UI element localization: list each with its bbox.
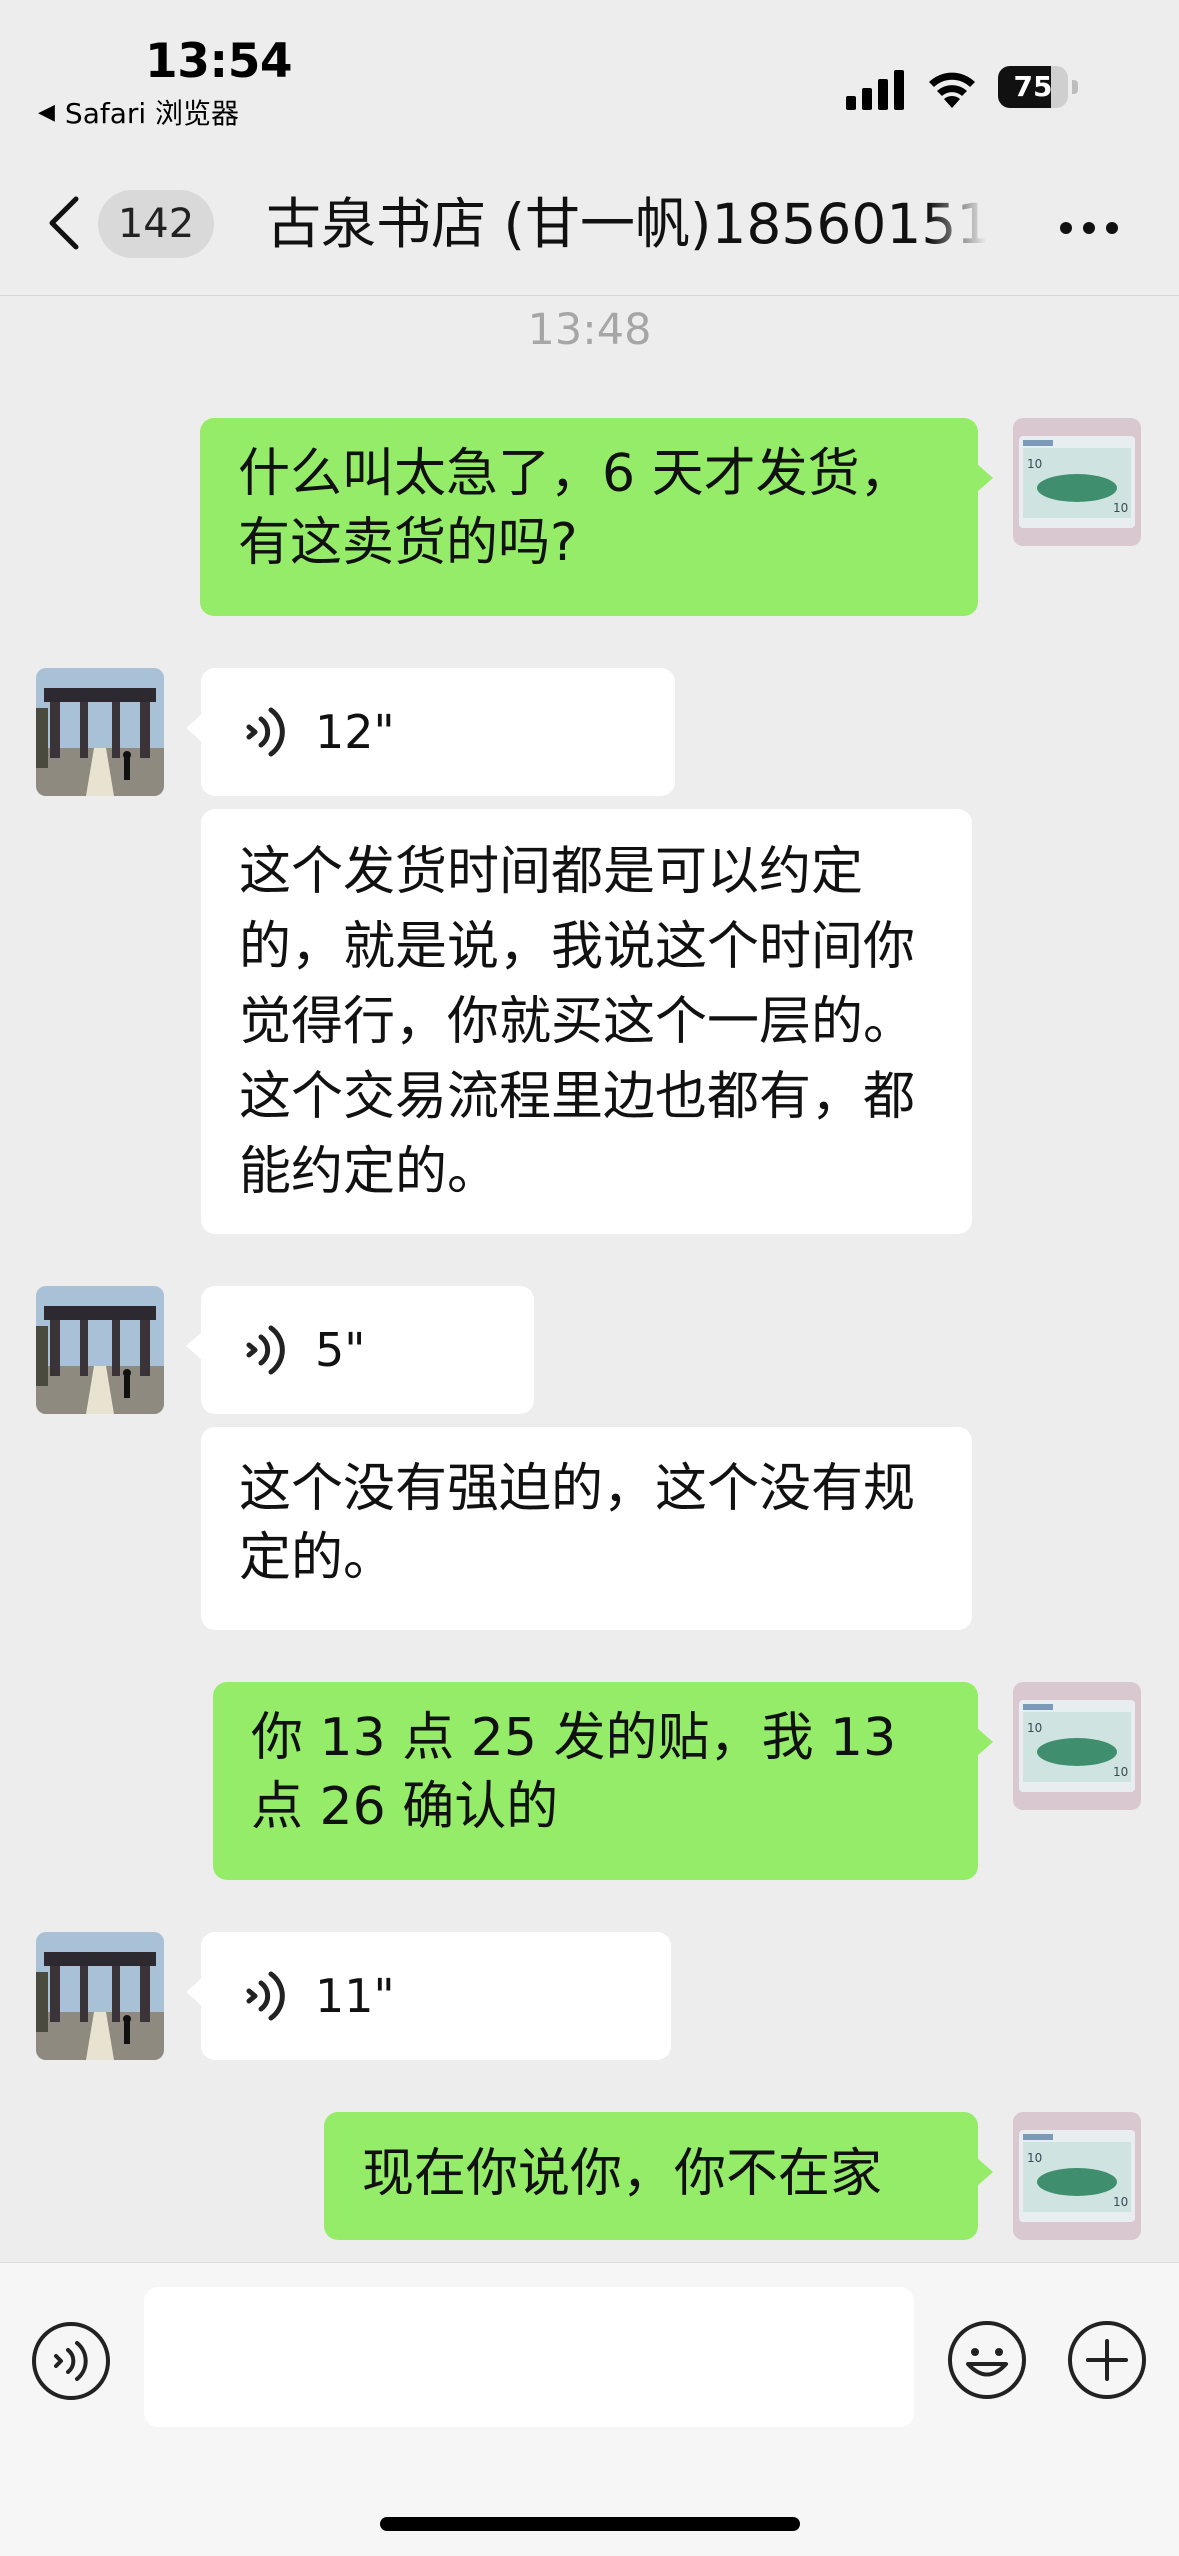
message-timestamp: 13:48 <box>527 305 652 355</box>
wifi-icon <box>929 72 975 108</box>
message-input[interactable] <box>144 2287 914 2427</box>
chat-nav-bar: 142 古泉书店 (甘一帆)18560151 <box>0 150 1179 296</box>
svg-text:10: 10 <box>1113 2195 1128 2209</box>
banknote-avatar-image: 10 10 <box>1013 418 1141 546</box>
contact-message-bubble[interactable]: 这个发货时间都是可以约定的，就是说，我说这个时间你觉得行，你就买这个一层的。这个… <box>201 809 972 1234</box>
voice-duration: 12" <box>315 705 395 759</box>
chat-input-bar <box>0 2262 1179 2556</box>
svg-text:10: 10 <box>1113 501 1128 515</box>
message-text: 你 13 点 25 发的贴，我 13 点 26 确认的 <box>251 1708 897 1837</box>
unread-count-badge[interactable]: 142 <box>98 190 214 258</box>
voice-wave-icon <box>246 1325 285 1375</box>
back-app-label: Safari 浏览器 <box>64 97 240 130</box>
emoji-icon[interactable] <box>946 2319 1028 2401</box>
voice-wave-icon <box>246 707 285 757</box>
cellular-signal-icon <box>846 70 904 110</box>
voice-message-bubble[interactable]: 12" <box>201 668 675 796</box>
voice-wave-icon <box>246 1971 285 2021</box>
chevron-left-icon[interactable] <box>44 195 84 251</box>
my-avatar[interactable]: 10 10 <box>1013 418 1141 546</box>
my-message-bubble[interactable]: 什么叫太急了，6 天才发货，有这卖货的吗? <box>200 418 978 616</box>
message-text: 这个发货时间都是可以约定的，就是说，我说这个时间你觉得行，你就买这个一层的。这个… <box>239 842 916 1202</box>
my-message-bubble[interactable]: 现在你说你，你不在家 <box>324 2112 978 2240</box>
gate-photo-avatar-image <box>36 668 164 796</box>
svg-text:10: 10 <box>1027 1721 1042 1735</box>
voice-message-bubble[interactable]: 11" <box>201 1932 671 2060</box>
gate-photo-avatar-image <box>36 1286 164 1414</box>
battery-level: 75 <box>1013 70 1053 103</box>
svg-text:10: 10 <box>1113 1765 1128 1779</box>
back-to-safari-link[interactable]: ◀ Safari 浏览器 <box>38 92 239 132</box>
gate-photo-avatar-image <box>36 1932 164 2060</box>
voice-duration: 5" <box>315 1323 366 1377</box>
more-icon[interactable] <box>1058 220 1120 236</box>
contact-message-bubble[interactable]: 这个没有强迫的，这个没有规定的。 <box>201 1427 972 1630</box>
battery-icon: 75 <box>998 66 1078 110</box>
contact-avatar[interactable] <box>36 668 164 796</box>
contact-avatar[interactable] <box>36 1286 164 1414</box>
message-text: 现在你说你，你不在家 <box>362 2144 883 2204</box>
contact-avatar[interactable] <box>36 1932 164 2060</box>
voice-duration: 11" <box>315 1969 395 2023</box>
voice-input-icon[interactable] <box>30 2320 112 2402</box>
svg-text:10: 10 <box>1027 2151 1042 2165</box>
my-avatar[interactable]: 10 10 <box>1013 1682 1141 1810</box>
plus-icon[interactable] <box>1066 2319 1148 2401</box>
my-avatar[interactable]: 10 10 <box>1013 2112 1141 2240</box>
banknote-avatar-image: 10 10 <box>1013 2112 1141 2240</box>
message-text: 这个没有强迫的，这个没有规定的。 <box>239 1459 916 1588</box>
back-triangle-icon: ◀ <box>38 99 55 125</box>
my-message-bubble[interactable]: 你 13 点 25 发的贴，我 13 点 26 确认的 <box>213 1682 978 1880</box>
voice-message-bubble[interactable]: 5" <box>201 1286 534 1414</box>
message-text: 什么叫太急了，6 天才发货，有这卖货的吗? <box>238 444 912 573</box>
svg-text:10: 10 <box>1027 457 1042 471</box>
status-bar: 13:54 ◀ Safari 浏览器 75 <box>0 0 1179 150</box>
home-indicator <box>380 2517 800 2531</box>
status-time: 13:54 <box>145 34 293 89</box>
chat-screen: 13:54 ◀ Safari 浏览器 75 142 古泉书店 (甘一帆)1856… <box>0 0 1179 2556</box>
chat-title: 古泉书店 (甘一帆)18560151 <box>266 192 986 256</box>
banknote-avatar-image: 10 10 <box>1013 1682 1141 1810</box>
